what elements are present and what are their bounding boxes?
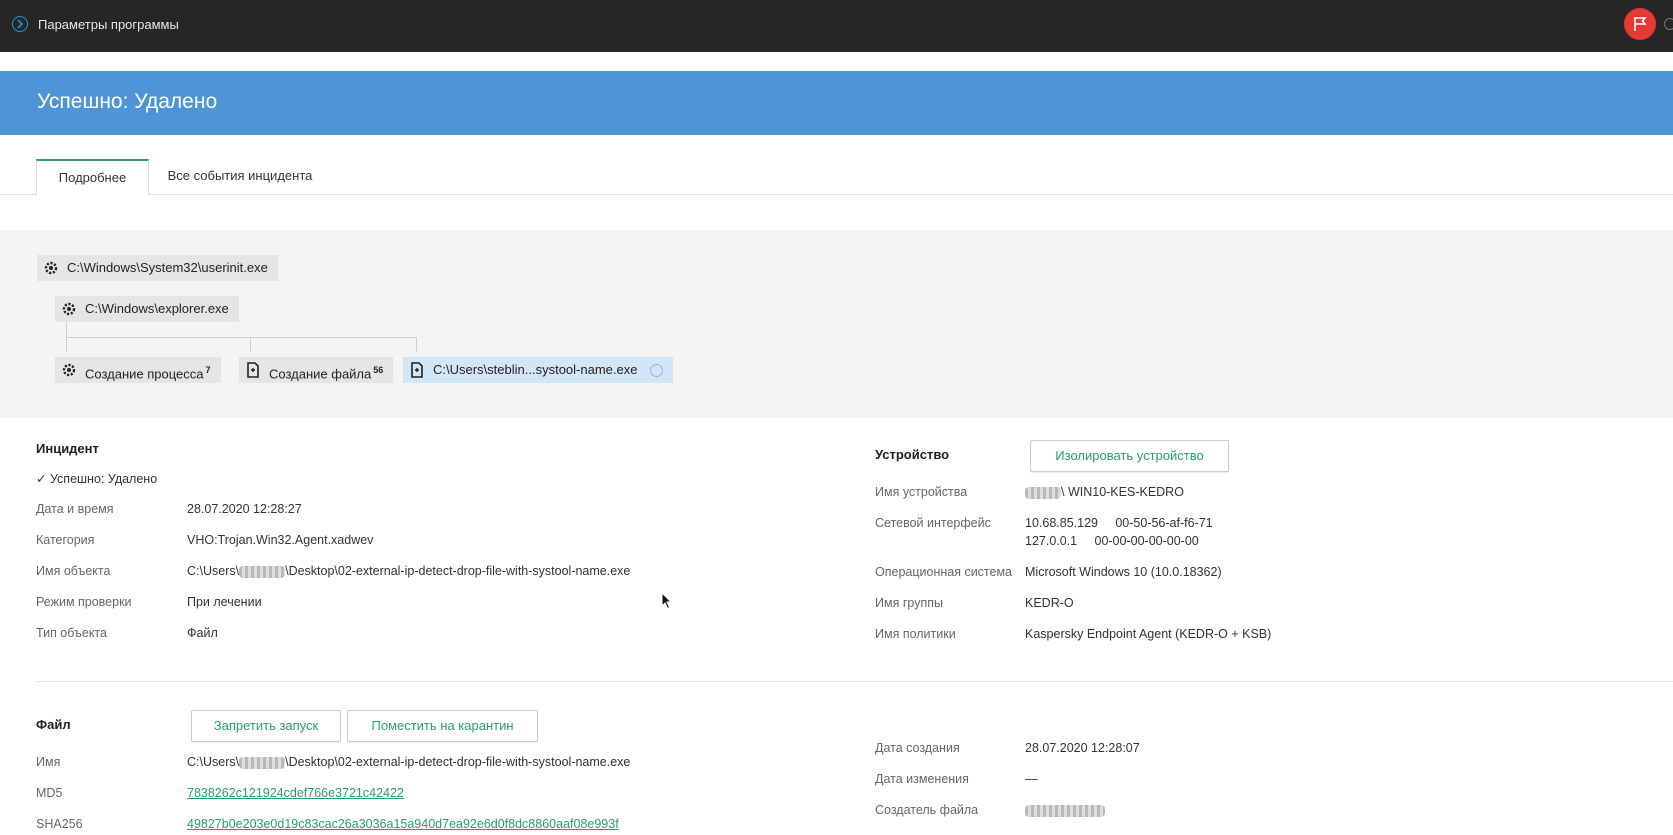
- field-label: Дата изменения: [875, 772, 969, 786]
- field-value: 28.07.2020 12:28:27: [187, 502, 302, 516]
- field-value: Файл: [187, 626, 218, 640]
- field-label: MD5: [36, 786, 63, 800]
- redacted-username: [239, 565, 286, 578]
- tab-all-events[interactable]: Все события инцидента: [160, 159, 320, 193]
- file-creator: [1025, 803, 1105, 817]
- status-banner: Успешно: Удалено: [0, 71, 1673, 135]
- incident-status: ✓ Успешно: Удалено: [36, 472, 158, 486]
- field-label: Имя группы: [875, 596, 943, 610]
- status-banner-text: Успешно: Удалено: [37, 90, 218, 113]
- path-suffix: \Desktop\02-external-ip-detect-drop-file…: [285, 564, 631, 578]
- tree-node-file-creation[interactable]: Создание файла 56: [239, 357, 394, 383]
- tree-node-userinit[interactable]: C:\Windows\System32\userinit.exe: [37, 255, 278, 281]
- tree-node-label: C:\Users\steblin...systool-name.exe: [433, 362, 638, 377]
- tree-node-label: Создание файла: [269, 366, 372, 382]
- field-value: Kaspersky Endpoint Agent (KEDR-O + KSB): [1025, 627, 1272, 641]
- redacted-username: [239, 756, 286, 769]
- block-launch-button[interactable]: Запретить запуск: [191, 710, 341, 742]
- tree-connector: [66, 337, 67, 352]
- tree-node-label: C:\Windows\System32\userinit.exe: [67, 260, 268, 275]
- incident-title: Инцидент: [36, 441, 99, 456]
- tree-connector: [250, 337, 251, 352]
- field-label: Сетевой интерфейс: [875, 516, 991, 530]
- file-icon: [247, 362, 259, 378]
- field-value: VHO:Trojan.Win32.Agent.xadwev: [187, 533, 374, 547]
- field-label: SHA256: [36, 817, 83, 831]
- field-label: Имя объекта: [36, 564, 111, 578]
- tree-node-explorer[interactable]: C:\Windows\explorer.exe: [55, 296, 239, 322]
- field-label: Имя устройства: [875, 485, 968, 499]
- field-label: Тип объекта: [36, 626, 107, 640]
- sha256-link[interactable]: 49827b0e203e0d19c83cac26a3036a15a940d7ea…: [187, 817, 619, 831]
- device-name-value: \ WIN10-KES-KEDRO: [1061, 485, 1184, 499]
- tree-node-count: 56: [373, 365, 384, 375]
- file-path: C:\Users\ \Desktop\02-external-ip-detect-…: [187, 755, 630, 769]
- network-interface-2: 127.0.0.1 00-00-00-00-00-00: [1025, 534, 1199, 548]
- tabs-bar: Подробнее Все события инцидента: [0, 159, 1673, 196]
- tree-connector: [66, 337, 416, 338]
- isolate-device-button[interactable]: Изолировать устройство: [1030, 440, 1229, 472]
- tree-node-label: C:\Windows\explorer.exe: [85, 301, 229, 316]
- field-label: Имя политики: [875, 627, 956, 641]
- flag-icon[interactable]: [1624, 8, 1656, 40]
- path-suffix: \Desktop\02-external-ip-detect-drop-file…: [285, 755, 631, 769]
- tree-node-selected-file[interactable]: C:\Users\steblin...systool-name.exe: [403, 357, 674, 383]
- check-circle-icon: [650, 364, 664, 377]
- redacted-creator: [1025, 804, 1105, 817]
- field-label: Имя: [36, 755, 61, 769]
- process-tree: C:\Windows\System32\userinit.exe C:\Wind…: [0, 230, 1673, 418]
- tree-connector: [416, 337, 417, 352]
- device-title: Устройство: [875, 447, 950, 462]
- tree-node-count: 7: [205, 365, 211, 375]
- gear-icon: [62, 363, 76, 377]
- field-label: Дата создания: [875, 741, 960, 755]
- more-icon[interactable]: [1664, 18, 1673, 30]
- object-path: C:\Users\ \Desktop\02-external-ip-detect-…: [187, 564, 630, 578]
- quarantine-button[interactable]: Поместить на карантин: [347, 710, 538, 742]
- gear-icon: [62, 302, 76, 316]
- path-prefix: C:\Users\: [187, 755, 240, 769]
- field-value: KEDR-O: [1025, 596, 1074, 610]
- tree-node-process-creation[interactable]: Создание процесса 7: [55, 357, 221, 383]
- field-label: Категория: [36, 533, 95, 547]
- back-circle-icon[interactable]: [12, 16, 28, 32]
- field-value: 28.07.2020 12:28:07: [1025, 741, 1140, 755]
- field-label: Режим проверки: [36, 595, 132, 609]
- field-label: Создатель файла: [875, 803, 979, 817]
- tab-details[interactable]: Подробнее: [36, 159, 149, 196]
- app-title: Параметры программы: [38, 17, 179, 32]
- tree-connector: [66, 322, 67, 337]
- field-value: —: [1025, 772, 1038, 786]
- file-icon: [411, 362, 423, 378]
- field-label: Дата и время: [36, 502, 114, 516]
- redacted-domain: [1025, 486, 1061, 499]
- app-topbar: Параметры программы: [0, 0, 1673, 52]
- field-value: При лечении: [187, 595, 262, 609]
- section-divider: [36, 681, 1673, 682]
- gear-icon: [44, 261, 58, 275]
- field-value: Microsoft Windows 10 (10.0.18362): [1025, 565, 1222, 579]
- network-interface-1: 10.68.85.129 00-50-56-af-f6-71: [1025, 516, 1213, 530]
- file-title: Файл: [36, 717, 71, 732]
- field-label: Операционная система: [875, 565, 1013, 579]
- tree-node-label: Создание процесса: [85, 366, 204, 382]
- mouse-cursor-icon: [661, 592, 673, 610]
- device-name: \ WIN10-KES-KEDRO: [1025, 485, 1184, 499]
- path-prefix: C:\Users\: [187, 564, 240, 578]
- md5-link[interactable]: 7838262c121924cdef766e3721c42422: [187, 786, 404, 800]
